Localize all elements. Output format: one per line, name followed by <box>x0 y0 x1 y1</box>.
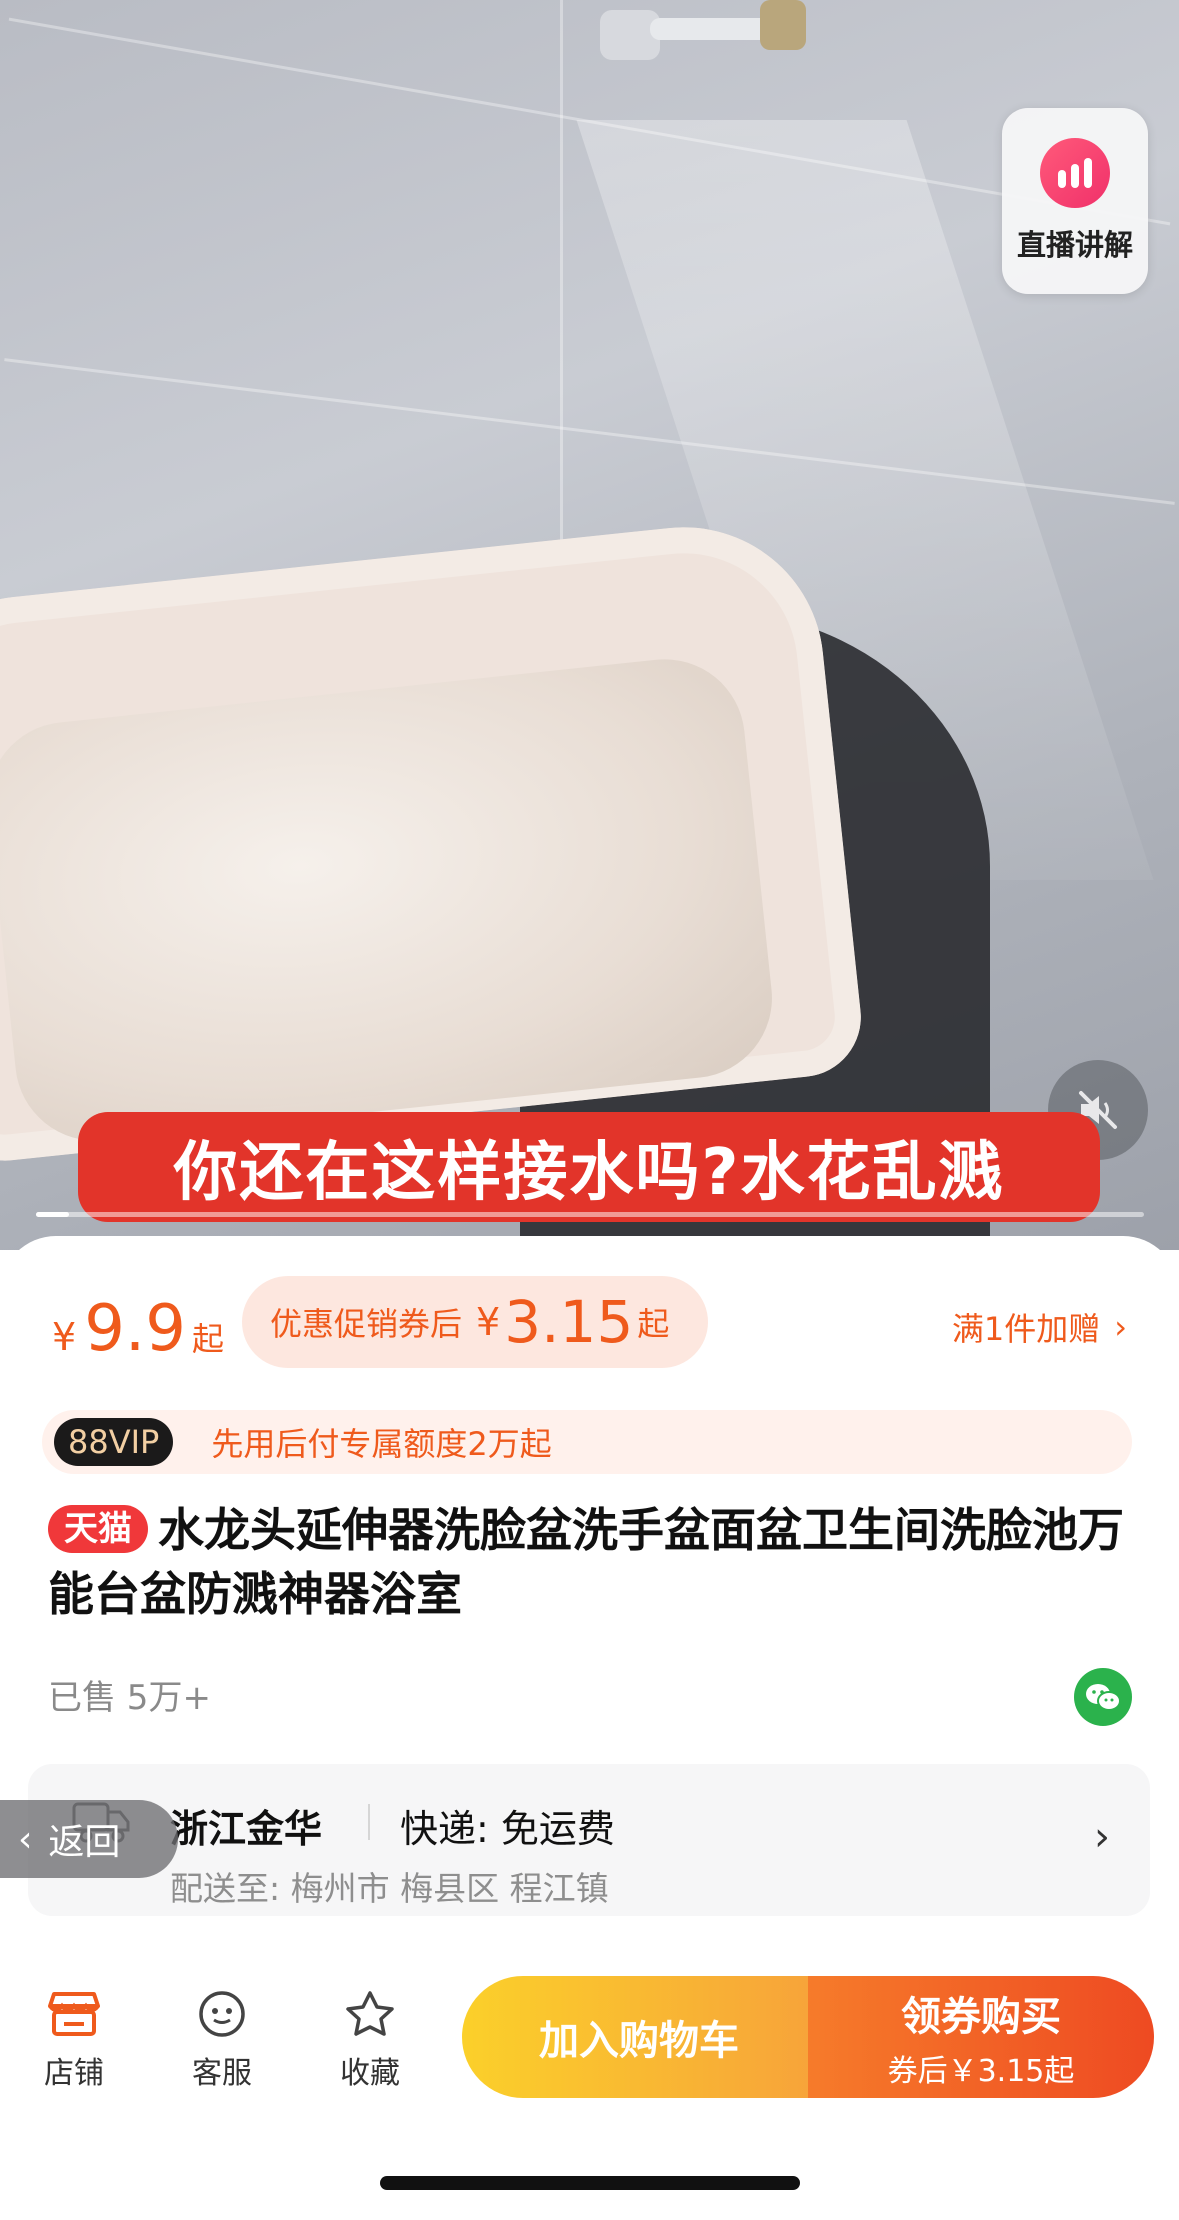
product-video[interactable]: 直播讲解 你还在这样接水吗?水花乱溅 <box>0 0 1179 1250</box>
back-label: 返回 <box>48 1822 121 1863</box>
wechat-share-icon[interactable] <box>1074 1668 1132 1726</box>
ship-destination: 配送至: 梅州市 梅县区 程江镇 <box>170 1869 609 1908</box>
service-label: 客服 <box>192 2056 252 2091</box>
coupon-currency: ¥ <box>476 1300 501 1344</box>
add-to-cart-button[interactable]: 加入购物车 <box>462 1976 816 2098</box>
coupon-buy-label: 领券购买 <box>901 1994 1061 2040</box>
divider <box>368 1804 370 1840</box>
gift-promo-link[interactable]: 满1件加赠 › <box>952 1304 1127 1350</box>
video-progress-bar[interactable] <box>36 1212 1144 1217</box>
ship-express: 快递: 免运费 <box>400 1807 615 1851</box>
chevron-right-icon: › <box>1114 1308 1127 1346</box>
tmall-badge: 天猫 <box>48 1505 148 1553</box>
service-face-icon <box>199 1991 245 2037</box>
shipping-card[interactable]: 浙江金华 快递: 免运费 配送至: 梅州市 梅县区 程江镇 › <box>28 1764 1150 1916</box>
coupon-price-pill[interactable]: 优惠促销券后 ¥ 3.15 起 <box>242 1276 708 1368</box>
chevron-left-icon: ‹ <box>18 1818 33 1860</box>
store-icon <box>48 1992 100 2036</box>
price-currency: ¥ <box>52 1315 77 1359</box>
live-explain-label: 直播讲解 <box>1016 228 1133 262</box>
favorite-button[interactable]: 收藏 <box>320 1990 420 2092</box>
sold-count: 已售 5万+ <box>48 1678 211 1718</box>
faucet-image <box>600 0 806 60</box>
star-icon <box>346 1991 394 2036</box>
video-caption: 你还在这样接水吗?水花乱溅 <box>78 1112 1100 1222</box>
price: ¥ 9.9 起 <box>52 1292 224 1366</box>
chevron-right-icon: › <box>1094 1814 1110 1860</box>
video-progress-fill <box>36 1212 70 1217</box>
ship-origin: 浙江金华 <box>170 1807 323 1851</box>
price-suffix: 起 <box>191 1320 224 1358</box>
live-bars-icon <box>1040 138 1110 208</box>
product-title: 天猫 水龙头延伸器洗脸盆洗手盆面盆卫生间洗脸池万能台盆防溅神器浴室 <box>48 1498 1138 1626</box>
gift-promo-label: 满1件加赠 <box>951 1310 1101 1348</box>
coupon-buy-button[interactable]: 领券购买 券后￥3.15起 <box>808 1976 1154 2098</box>
home-indicator[interactable] <box>380 2176 800 2190</box>
product-title-text: 水龙头延伸器洗脸盆洗手盆面盆卫生间洗脸池万能台盆防溅神器浴室 <box>48 1503 1124 1621</box>
basin-water <box>0 651 780 1149</box>
coupon-label: 优惠促销券后 <box>270 1305 463 1343</box>
back-button[interactable]: ‹ 返回 <box>0 1800 178 1878</box>
vip-text: 先用后付专属额度2万起 <box>211 1425 552 1463</box>
live-explain-button[interactable]: 直播讲解 <box>1002 108 1148 294</box>
price-value: 9.9 <box>84 1292 186 1366</box>
coupon-buy-subtext: 券后￥3.15起 <box>887 2054 1075 2089</box>
customer-service-button[interactable]: 客服 <box>172 1990 272 2092</box>
store-label: 店铺 <box>44 2056 104 2091</box>
coupon-suffix: 起 <box>637 1305 670 1343</box>
favorite-label: 收藏 <box>340 2056 400 2091</box>
bottom-action-bar: 店铺 客服 收藏 加入购物车 领券购买 券后￥3.15起 <box>0 1960 1179 2120</box>
vip-banner[interactable]: 88VIP 先用后付专属额度2万起 <box>42 1410 1132 1474</box>
vip-badge: 88VIP <box>54 1418 174 1466</box>
coupon-value: 3.15 <box>504 1288 634 1356</box>
store-button[interactable]: 店铺 <box>24 1990 124 2092</box>
